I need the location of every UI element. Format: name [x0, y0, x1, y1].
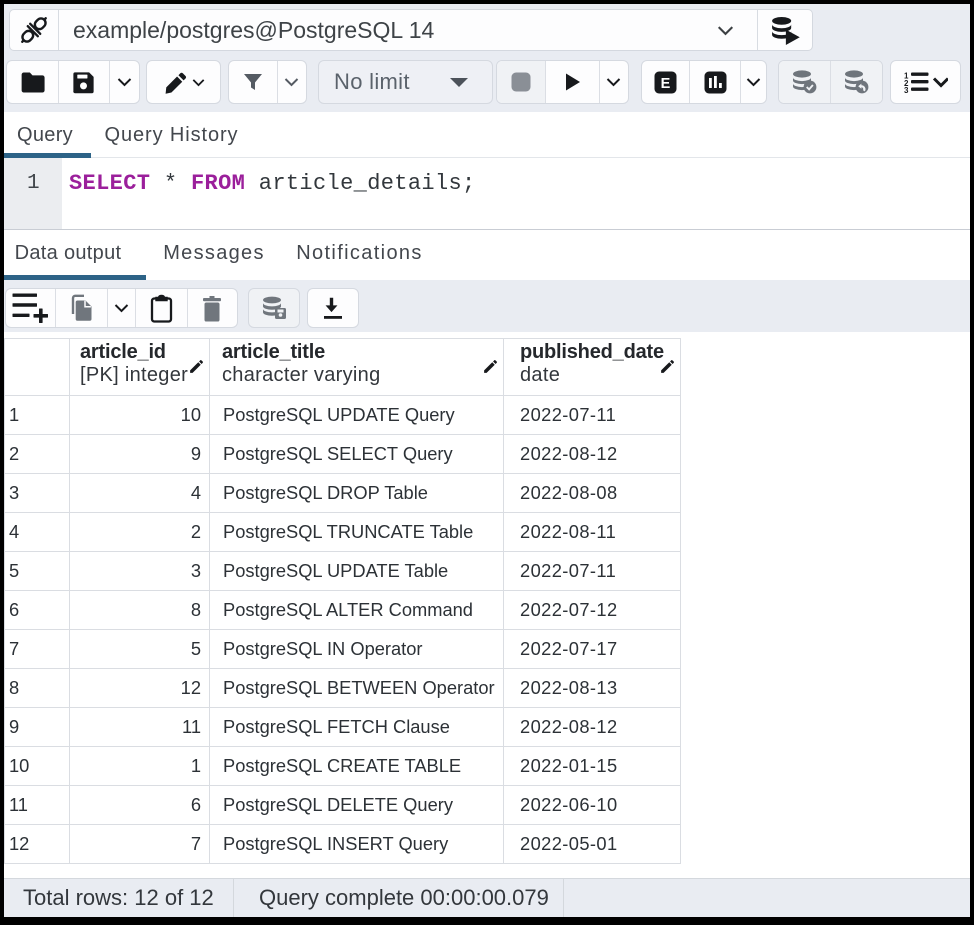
svg-text:E: E [661, 76, 671, 92]
svg-text:3: 3 [904, 86, 909, 93]
